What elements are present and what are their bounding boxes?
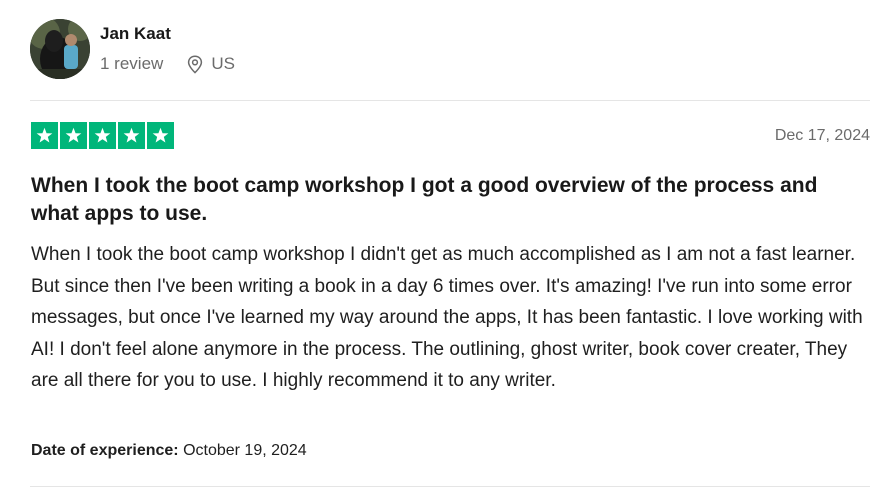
reviewer-avatar[interactable] (30, 19, 90, 79)
map-pin-icon (187, 54, 203, 74)
experience-date: October 19, 2024 (183, 442, 307, 459)
review-card: Jan Kaat 1 review US Dec 17, 2024 When I… (0, 0, 888, 488)
reviewer-location: US (211, 54, 235, 73)
star-icon (147, 122, 174, 149)
review-date: Dec 17, 2024 (774, 127, 870, 144)
star-icon (89, 122, 116, 149)
review-body: When I took the boot camp workshop I did… (31, 244, 863, 391)
star-icon (118, 122, 145, 149)
star-icon (31, 122, 58, 149)
review-count: 1 review (100, 54, 164, 73)
reviewer-name[interactable]: Jan Kaat (100, 24, 171, 44)
review-title[interactable]: When I took the boot camp workshop I got… (31, 172, 871, 228)
date-of-experience: Date of experience: October 19, 2024 (31, 442, 307, 460)
header-divider (30, 100, 870, 101)
footer-divider (30, 486, 870, 487)
star-rating (31, 122, 174, 149)
reviewer-meta: 1 review US (100, 54, 235, 74)
star-icon (60, 122, 87, 149)
experience-label: Date of experience: (31, 442, 179, 459)
